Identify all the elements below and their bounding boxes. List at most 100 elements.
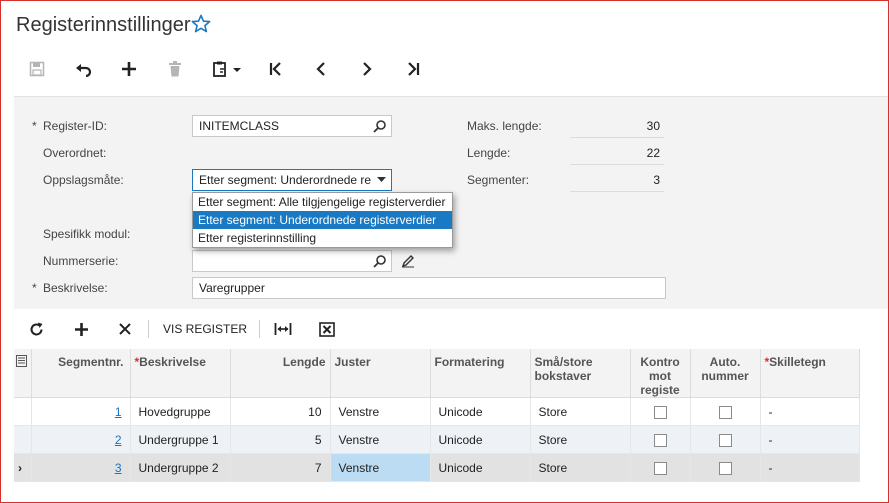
divider [570,137,664,138]
spesifikk-modul-label: Spesifikk modul: [43,227,131,241]
auto-nummer-checkbox[interactable] [718,433,732,447]
segmenter-label: Segmenter: [467,173,530,187]
dropdown-option[interactable]: Etter segment: Alle tilgjengelige regist… [193,193,452,211]
segment-number-link[interactable]: 1 [115,405,122,419]
previous-record-icon[interactable] [309,58,333,80]
table-row[interactable]: 2 Undergruppe 1 5 Venstre Unicode Store … [14,425,860,454]
maks-lengde-label: Maks. lengde: [467,119,542,133]
delete-row-icon[interactable] [117,319,133,339]
cell-bokstaver[interactable]: Store [530,425,631,454]
register-id-label: Register-ID: [43,119,108,133]
cell-skilletegn[interactable]: - [760,453,860,482]
undo-icon[interactable] [72,58,96,80]
maks-lengde-value: 30 [646,119,660,133]
refresh-icon[interactable] [28,319,44,339]
toolbar-divider [259,320,260,338]
dropdown-option[interactable]: Etter registerinnstilling [193,229,452,247]
beskrivelse-field[interactable]: Varegrupper [192,277,666,299]
table-row-current[interactable]: › 3 Undergruppe 2 7 Venstre Unicode Stor… [14,453,860,482]
page-title: Registerinnstillinger [16,14,191,36]
column-header-auto-nummer[interactable]: Auto. nummer [690,349,761,398]
fit-columns-icon[interactable] [273,319,293,339]
search-icon[interactable] [373,254,387,268]
column-header-segmentnr[interactable]: Segmentnr. [31,349,131,398]
add-row-icon[interactable] [73,319,89,339]
column-header-bokstaver[interactable]: Små/store bokstaver [530,349,631,398]
main-toolbar [0,50,889,90]
oppslagsmate-value: Etter segment: Underordnede re [199,173,372,187]
column-header-label: Beskrivelse [139,355,206,369]
excel-export-icon[interactable] [318,319,336,339]
divider [570,164,664,165]
row-selector[interactable] [14,425,32,454]
cell-skilletegn[interactable]: - [760,397,860,426]
save-icon[interactable] [25,58,49,80]
cell-formatering[interactable]: Unicode [430,397,531,426]
cell-juster-active[interactable]: Venstre [330,453,431,482]
register-id-field[interactable]: INITEMCLASS [192,115,392,137]
oppslagsmate-select[interactable]: Etter segment: Underordnede re [192,169,392,191]
edit-pencil-icon[interactable] [401,254,415,268]
add-icon[interactable] [117,58,141,80]
cell-juster[interactable]: Venstre [330,425,431,454]
nummerserie-label: Nummerserie: [43,254,119,268]
first-record-icon[interactable] [264,58,288,80]
register-id-value: INITEMCLASS [199,119,280,133]
grid-toolbar: VIS REGISTER [14,314,889,344]
cell-lengde[interactable]: 5 [230,425,331,454]
cell-bokstaver[interactable]: Store [530,397,631,426]
segments-grid: Segmentnr. *Beskrivelse Lengde Juster Fo… [14,349,889,482]
paste-menu-icon[interactable] [210,58,246,80]
kontroll-checkbox[interactable] [653,405,667,419]
column-header-juster[interactable]: Juster [330,349,431,398]
oppslagsmate-label: Oppslagsmåte: [43,173,124,187]
divider [570,191,664,192]
segment-number-link[interactable]: 3 [115,461,122,475]
column-header-formatering[interactable]: Formatering [430,349,531,398]
kontroll-checkbox[interactable] [653,461,667,475]
grid-settings-icon[interactable] [14,349,32,398]
auto-nummer-checkbox[interactable] [718,405,732,419]
next-record-icon[interactable] [355,58,379,80]
column-header-lengde[interactable]: Lengde [230,349,331,398]
delete-icon[interactable] [163,58,187,80]
row-selector[interactable] [14,397,32,426]
cell-beskrivelse[interactable]: Undergruppe 1 [130,425,231,454]
kontroll-checkbox[interactable] [653,433,667,447]
cell-beskrivelse[interactable]: Undergruppe 2 [130,453,231,482]
cell-bokstaver[interactable]: Store [530,453,631,482]
beskrivelse-value: Varegrupper [199,281,265,295]
table-row[interactable]: 1 Hovedgruppe 10 Venstre Unicode Store - [14,397,860,426]
oppslagsmate-dropdown-list: Etter segment: Alle tilgjengelige regist… [192,192,453,248]
column-header-beskrivelse[interactable]: *Beskrivelse [130,349,231,398]
cell-lengde[interactable]: 10 [230,397,331,426]
toolbar-divider [148,320,149,338]
segment-number-link[interactable]: 2 [115,433,122,447]
vis-register-button[interactable]: VIS REGISTER [161,319,249,339]
segmenter-value: 3 [653,173,660,187]
column-header-kontroll[interactable]: Kontro mot registe [630,349,691,398]
lengde-value: 22 [646,146,660,160]
column-header-skilletegn[interactable]: *Skilletegn [760,349,860,398]
cell-skilletegn[interactable]: - [760,425,860,454]
required-marker: * [32,119,37,133]
cell-formatering[interactable]: Unicode [430,425,531,454]
favorite-star-icon[interactable] [191,14,211,34]
nummerserie-field[interactable] [192,250,392,272]
chevron-down-icon[interactable] [377,177,386,183]
segments-table: Segmentnr. *Beskrivelse Lengde Juster Fo… [14,349,860,482]
search-icon[interactable] [373,119,387,133]
beskrivelse-label: Beskrivelse: [43,281,108,295]
cell-beskrivelse[interactable]: Hovedgruppe [130,397,231,426]
cell-formatering[interactable]: Unicode [430,453,531,482]
grid-header-row: Segmentnr. *Beskrivelse Lengde Juster Fo… [14,349,860,398]
cell-lengde[interactable]: 7 [230,453,331,482]
lengde-label: Lengde: [467,146,511,160]
dropdown-option-selected[interactable]: Etter segment: Underordnede registerverd… [193,211,452,229]
last-record-icon[interactable] [401,58,425,80]
overordnet-label: Overordnet: [43,146,107,160]
auto-nummer-checkbox[interactable] [718,461,732,475]
required-marker: * [32,281,37,295]
current-row-arrow-icon: › [14,453,32,482]
cell-juster[interactable]: Venstre [330,397,431,426]
